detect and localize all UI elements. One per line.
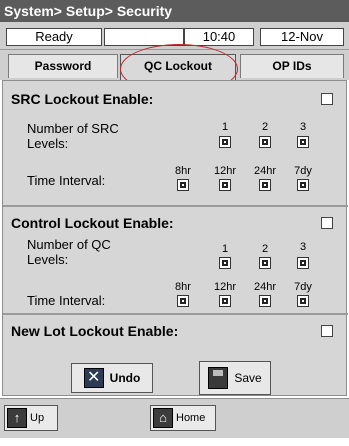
src-level-1-radio[interactable] bbox=[219, 136, 231, 148]
status-date: 12-Nov bbox=[260, 28, 344, 46]
src-lockout-title: SRC Lockout Enable: bbox=[11, 91, 154, 107]
qc-level-1-radio[interactable] bbox=[219, 257, 231, 269]
qc-level-3-label: 3 bbox=[299, 241, 307, 253]
section-divider bbox=[3, 313, 348, 315]
qc-level-2-label: 2 bbox=[261, 243, 269, 255]
undo-icon: ✕ bbox=[83, 368, 104, 388]
control-lockout-checkbox[interactable] bbox=[321, 217, 333, 229]
src-interval-8hr-label: 8hr bbox=[175, 165, 191, 177]
qc-interval-24hr-label: 24hr bbox=[253, 281, 277, 293]
src-interval-7dy-radio[interactable] bbox=[297, 179, 309, 191]
new-lot-lockout-checkbox[interactable] bbox=[321, 325, 333, 337]
qc-interval-24hr-radio[interactable] bbox=[259, 295, 271, 307]
src-level-2-radio[interactable] bbox=[259, 136, 271, 148]
up-arrow-icon: ↑ bbox=[7, 408, 27, 428]
src-interval-24hr-radio[interactable] bbox=[259, 179, 271, 191]
src-interval-label: Time Interval: bbox=[27, 173, 106, 188]
undo-label: Undo bbox=[109, 371, 141, 385]
qc-interval-8hr-label: 8hr bbox=[175, 281, 191, 293]
src-interval-24hr-label: 24hr bbox=[253, 165, 277, 177]
src-interval-12hr-radio[interactable] bbox=[219, 179, 231, 191]
status-state: Ready bbox=[6, 28, 102, 46]
home-icon: ⌂ bbox=[153, 408, 173, 428]
qc-interval-7dy-label: 7dy bbox=[294, 281, 312, 293]
src-level-2-label: 2 bbox=[261, 121, 269, 133]
save-disk-icon bbox=[208, 367, 229, 389]
bottom-nav: ↑ Up ⌂ Home bbox=[0, 398, 349, 438]
undo-button[interactable]: ✕ Undo bbox=[71, 363, 153, 393]
src-interval-7dy-label: 7dy bbox=[294, 165, 312, 177]
src-interval-8hr-radio[interactable] bbox=[177, 179, 189, 191]
src-level-1-label: 1 bbox=[221, 121, 229, 133]
home-button[interactable]: ⌂ Home bbox=[150, 405, 216, 431]
qc-level-2-radio[interactable] bbox=[259, 257, 271, 269]
tab-op-ids[interactable]: OP IDs bbox=[240, 54, 344, 78]
qc-interval-8hr-radio[interactable] bbox=[177, 295, 189, 307]
src-lockout-checkbox[interactable] bbox=[321, 93, 333, 105]
up-button[interactable]: ↑ Up bbox=[4, 405, 58, 431]
home-label: Home bbox=[176, 412, 206, 424]
new-lot-lockout-title: New Lot Lockout Enable: bbox=[11, 323, 179, 339]
qc-interval-7dy-radio[interactable] bbox=[297, 295, 309, 307]
window-title: System> Setup> Security bbox=[0, 0, 349, 22]
section-divider bbox=[3, 205, 348, 207]
save-label: Save bbox=[234, 371, 262, 385]
src-level-3-label: 3 bbox=[299, 121, 307, 133]
src-levels-label: Number of SRC Levels: bbox=[27, 121, 119, 151]
qc-interval-12hr-radio[interactable] bbox=[219, 295, 231, 307]
qc-interval-label: Time Interval: bbox=[27, 293, 106, 308]
qc-level-3-radio[interactable] bbox=[297, 257, 309, 269]
status-time: 10:40 bbox=[184, 28, 254, 46]
save-button[interactable]: Save bbox=[199, 361, 271, 395]
src-level-3-radio[interactable] bbox=[297, 136, 309, 148]
qc-levels-label: Number of QC Levels: bbox=[27, 237, 111, 267]
qc-level-1-label: 1 bbox=[221, 243, 229, 255]
qc-lockout-panel: SRC Lockout Enable: Number of SRC Levels… bbox=[2, 80, 348, 396]
src-interval-12hr-label: 12hr bbox=[213, 165, 237, 177]
control-lockout-title: Control Lockout Enable: bbox=[11, 215, 174, 231]
tab-password[interactable]: Password bbox=[8, 54, 118, 78]
up-label: Up bbox=[30, 412, 45, 424]
qc-interval-12hr-label: 12hr bbox=[213, 281, 237, 293]
